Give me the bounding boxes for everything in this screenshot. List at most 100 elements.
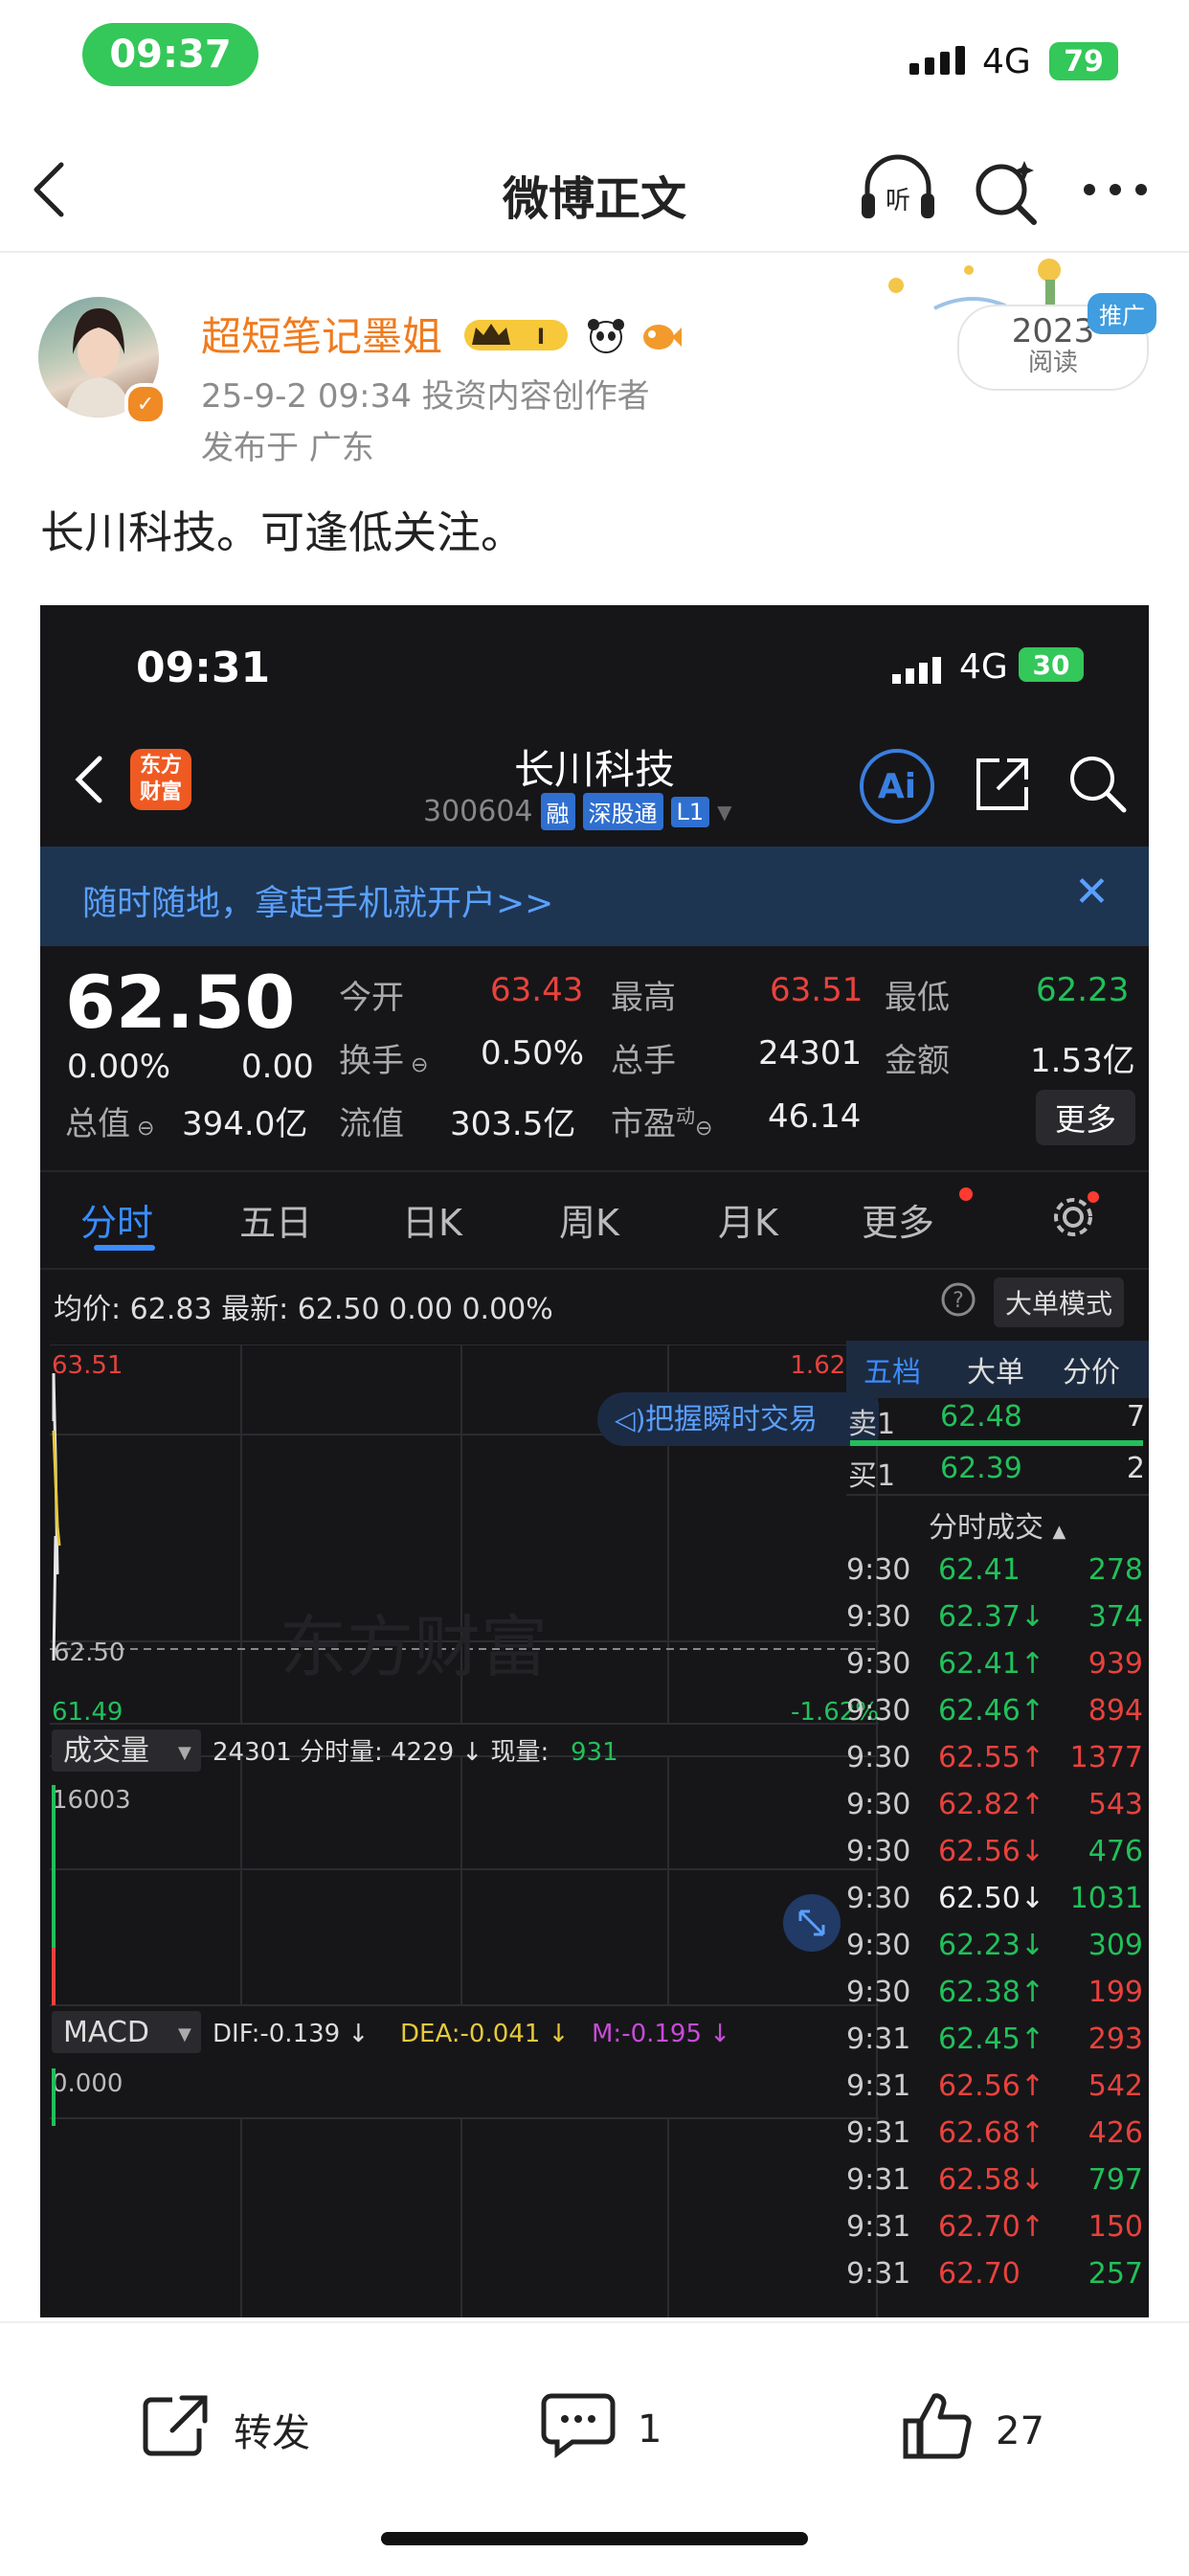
tick-time: 9:30 <box>846 1741 911 1774</box>
watermark: 东方财富 <box>280 1608 548 1686</box>
home-indicator[interactable] <box>381 2532 808 2545</box>
tag-connect: 深股通 <box>582 793 663 830</box>
volume-label: 成交量 <box>63 1734 149 1768</box>
side-tab-pricevol[interactable]: 分价 <box>1063 1348 1120 1390</box>
intraday-chart[interactable]: 东方财富 63.51 62.50 61.49 1.62% -1.62% 把握瞬时… <box>50 1344 879 2317</box>
float-value: 303.5亿 <box>450 1105 576 1143</box>
like-button[interactable]: 27 <box>900 2390 1044 2473</box>
y-high-label: 63.51 <box>52 1351 123 1380</box>
macd-bar <box>52 2068 56 2126</box>
tick-row: 9:30 62.50↓ 1031 <box>846 1882 1143 1930</box>
ticks-header[interactable]: 分时成交 ▲ <box>929 1503 1066 1546</box>
turnover-label: 换手 ⊖ <box>339 1042 429 1080</box>
price-line <box>52 1372 61 1661</box>
tick-time: 9:30 <box>846 1694 911 1728</box>
y-mid-label: 62.50 <box>54 1638 124 1667</box>
tick-volume: 476 <box>1088 1835 1143 1868</box>
buy1-row: 买1 62.39 2 <box>848 1452 1145 1493</box>
read-label: 阅读 <box>1027 349 1078 377</box>
volume-now: 931 <box>571 1738 618 1767</box>
shot-search-icon[interactable] <box>1066 753 1128 818</box>
close-icon[interactable]: ✕ <box>1074 868 1110 916</box>
promo-badge[interactable]: 推广 <box>1088 293 1156 334</box>
comment-count: 1 <box>638 2407 662 2452</box>
author-name[interactable]: 超短笔记墨姐 I <box>201 305 683 364</box>
ai-button[interactable]: Ai <box>860 749 934 824</box>
help-icon[interactable]: ? <box>940 1281 976 1322</box>
volume-label: 总手 <box>611 1042 676 1080</box>
more-dots-icon[interactable] <box>1082 182 1149 201</box>
like-icon <box>900 2390 975 2473</box>
comment-icon <box>540 2390 617 2469</box>
tick-volume: 257 <box>1088 2257 1143 2291</box>
tick-time: 9:30 <box>846 1882 911 1915</box>
tick-time: 9:31 <box>846 2022 911 2056</box>
tick-volume: 374 <box>1088 1600 1143 1634</box>
tick-price: 62.37↓ <box>938 1600 1045 1634</box>
tick-time: 9:30 <box>846 1976 911 2009</box>
svg-text:▼: ▼ <box>178 2024 191 2045</box>
big-order-mode-button[interactable]: 大单模式 <box>994 1277 1125 1327</box>
forward-button[interactable]: 转发 <box>140 2390 310 2469</box>
tab-weekly-k[interactable]: 周K <box>559 1193 619 1246</box>
side-tab-bigorder[interactable]: 大单 <box>967 1348 1024 1390</box>
tab-underline <box>94 1245 155 1251</box>
shot-battery: 30 <box>1019 647 1084 682</box>
tick-price: 62.55↑ <box>938 1741 1045 1774</box>
tick-row: 9:30 62.37↓ 374 <box>846 1600 1143 1648</box>
tick-row: 9:30 62.41 278 <box>846 1553 1143 1601</box>
avg-price-line: 均价: 62.83 最新: 62.50 0.00 0.00% <box>54 1293 553 1326</box>
like-count: 27 <box>996 2409 1044 2453</box>
low-value: 62.23 <box>1036 971 1130 1009</box>
tick-volume: 150 <box>1088 2210 1143 2244</box>
tick-volume: 426 <box>1088 2116 1143 2150</box>
pe-value: 46.14 <box>768 1097 862 1136</box>
macd-dif: DIF:-0.139 ↓ <box>213 2020 369 2048</box>
banner-text[interactable]: 随时随地，拿起手机就开户>> <box>82 875 553 925</box>
tick-row: 9:30 62.23↓ 309 <box>846 1929 1143 1977</box>
tick-row: 9:30 62.46↑ 894 <box>846 1694 1143 1742</box>
mktcap-label: 总值 ⊖ <box>65 1105 155 1143</box>
tick-row: 9:30 62.38↑ 199 <box>846 1976 1143 2023</box>
tab-intraday[interactable]: 分时 <box>80 1193 153 1246</box>
shot-signal-icon <box>892 655 950 688</box>
tick-price: 62.46↑ <box>938 1694 1045 1728</box>
post-text: 长川科技。可逢低关注。 <box>40 507 525 558</box>
tick-time: 9:31 <box>846 2163 911 2197</box>
tab-more[interactable]: 更多 <box>862 1193 934 1246</box>
verified-badge-icon: ✓ <box>124 383 167 425</box>
tick-row: 9:31 62.70↑ 150 <box>846 2210 1143 2258</box>
tick-price: 62.56↓ <box>938 1835 1045 1868</box>
y-low-label: 61.49 <box>52 1698 123 1727</box>
more-button[interactable]: 更多 <box>1036 1090 1135 1145</box>
tab-monthly-k[interactable]: 月K <box>718 1193 778 1246</box>
tick-time: 9:30 <box>846 1929 911 1962</box>
listen-headphones-icon[interactable]: 听 <box>858 153 938 230</box>
shot-network: 4G <box>959 647 1008 687</box>
side-tab-level5[interactable]: 五档 <box>864 1348 921 1390</box>
status-time: 09:37 <box>82 23 258 86</box>
volume-header: 成交量 ▼ 24301 分时量: 4229 ↓ 现量: 931 <box>52 1729 618 1772</box>
post-image[interactable]: 09:31 4G 30 东方 财富 长川科技 300604 融 深股通 L1 ▼ … <box>40 605 1149 2317</box>
tab-daily-k[interactable]: 日K <box>402 1193 462 1246</box>
tick-volume: 1377 <box>1069 1741 1143 1774</box>
high-label: 最高 <box>611 979 676 1017</box>
price-chg: 0.00 <box>241 1048 314 1086</box>
battery-indicator: 79 <box>1049 42 1118 80</box>
tick-time: 9:30 <box>846 1647 911 1681</box>
tag-level: L1 <box>670 796 710 827</box>
volume-value: 24301 <box>758 1034 863 1073</box>
tag-margin: 融 <box>540 793 575 830</box>
chart-grid <box>50 1344 879 2317</box>
tick-price: 62.41 <box>938 1553 1021 1587</box>
current-price: 62.50 <box>65 960 296 1045</box>
comment-button[interactable]: 1 <box>540 2390 662 2469</box>
share-icon[interactable] <box>971 753 1034 820</box>
settings-gear-icon[interactable] <box>1049 1189 1101 1245</box>
tick-time: 9:31 <box>846 2257 911 2291</box>
network-label: 4G <box>982 42 1031 81</box>
search-sparkle-icon[interactable] <box>971 155 1043 232</box>
tick-time: 9:31 <box>846 2069 911 2103</box>
dropdown-icon[interactable]: ▼ <box>717 801 731 824</box>
tab-five-day[interactable]: 五日 <box>239 1193 312 1246</box>
